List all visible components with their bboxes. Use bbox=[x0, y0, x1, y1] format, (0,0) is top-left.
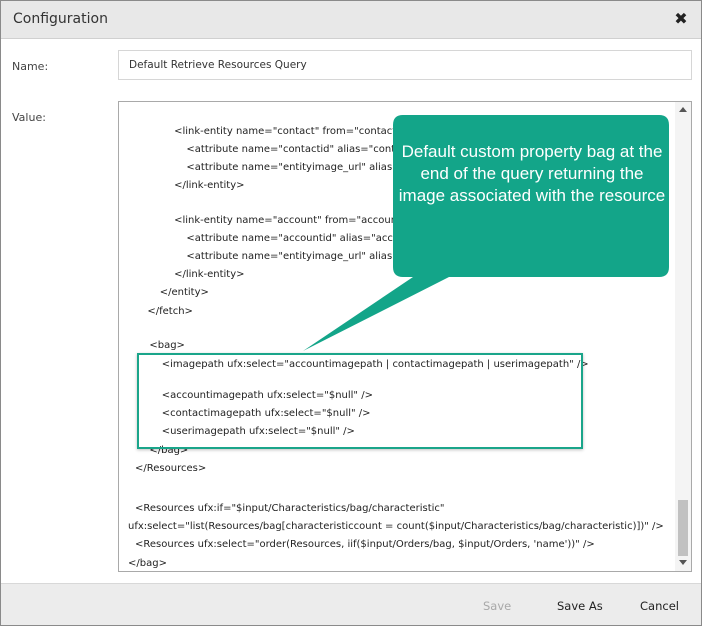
vertical-scrollbar[interactable] bbox=[675, 102, 691, 571]
code-line: </link-entity> bbox=[155, 180, 245, 191]
bag-highlight-box bbox=[137, 353, 583, 449]
code-line: ufx:select="list(Resources/bag[character… bbox=[128, 521, 664, 532]
cancel-button[interactable]: Cancel bbox=[640, 599, 679, 613]
dialog-footer: Save Save As Cancel bbox=[1, 583, 701, 625]
value-label: Value: bbox=[12, 111, 46, 124]
code-line: <Resources ufx:if="$input/Characteristic… bbox=[135, 503, 445, 514]
code-line: <attribute name="entityimage_url" alias=… bbox=[161, 251, 435, 262]
scroll-down-arrow-icon[interactable] bbox=[679, 560, 687, 565]
code-line: <attribute name="contactid" alias="conta… bbox=[161, 144, 425, 155]
callout-text: Default custom property bag at the end o… bbox=[398, 142, 666, 205]
dialog-titlebar: Configuration ✖ bbox=[1, 1, 701, 39]
code-line: <attribute name="entityimage_url" alias=… bbox=[161, 162, 428, 173]
code-line: </Resources> bbox=[135, 463, 207, 474]
code-line: </entity> bbox=[147, 287, 209, 298]
code-line: </link-entity> bbox=[155, 269, 245, 280]
code-line: <Resources ufx:select="order(Resources, … bbox=[135, 539, 595, 550]
dialog-title: Configuration bbox=[13, 11, 108, 27]
scroll-up-arrow-icon[interactable] bbox=[679, 107, 687, 112]
name-input[interactable] bbox=[118, 50, 692, 80]
code-line: <link-entity name="contact" from="contac… bbox=[155, 126, 424, 137]
code-line: <attribute name="accountid" alias="accou… bbox=[161, 233, 430, 244]
code-line: <link-entity name="account" from="accoun… bbox=[155, 215, 422, 226]
save-as-button[interactable]: Save As bbox=[557, 599, 603, 613]
name-label: Name: bbox=[12, 60, 49, 73]
configuration-dialog: Configuration ✖ Name: Value: <link-entit… bbox=[0, 0, 702, 626]
scrollbar-thumb[interactable] bbox=[678, 500, 688, 556]
code-line: <bag> bbox=[143, 340, 185, 351]
save-button[interactable]: Save bbox=[483, 599, 511, 613]
close-icon[interactable]: ✖ bbox=[673, 10, 689, 28]
code-line: </fetch> bbox=[141, 306, 193, 317]
code-line: </bag> bbox=[128, 558, 167, 569]
